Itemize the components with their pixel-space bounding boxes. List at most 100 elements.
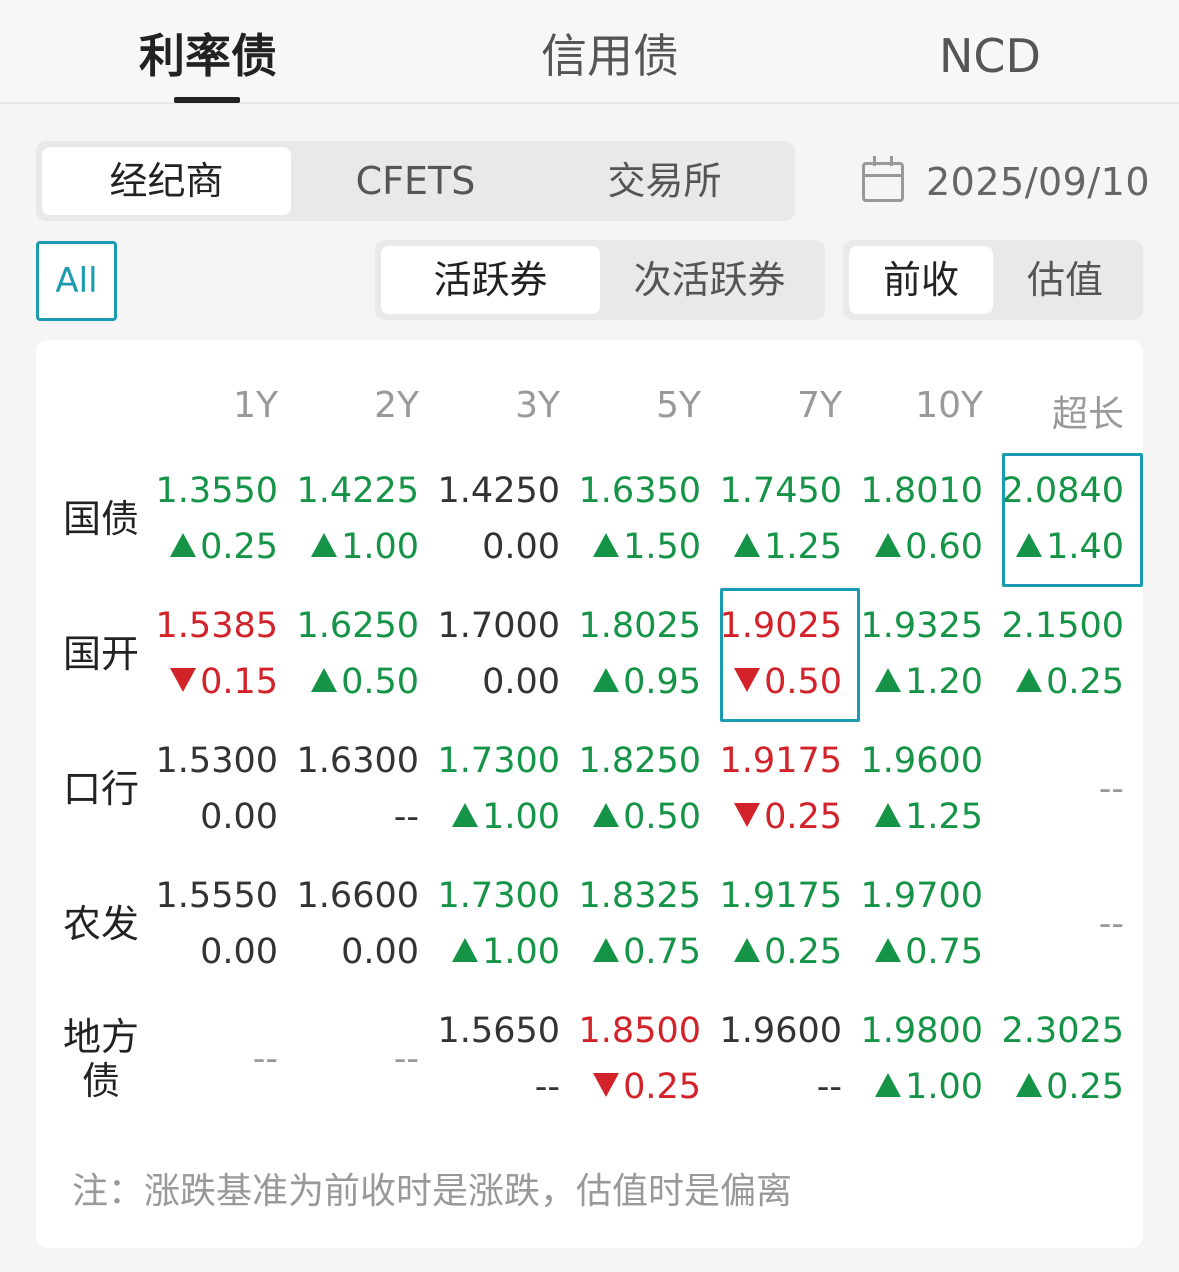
row-label: 国开 xyxy=(62,632,139,676)
yield-value[interactable]: 1.5300 xyxy=(138,739,278,783)
yield-value[interactable]: 1.9325 xyxy=(843,604,983,648)
yield-value[interactable]: 1.9175 xyxy=(702,874,842,918)
yield-value[interactable]: 1.9600 xyxy=(843,739,983,783)
active-tab-indicator xyxy=(174,97,240,103)
yield-value[interactable]: 1.7000 xyxy=(420,604,560,648)
yield-change-text: 0.00 xyxy=(341,932,419,972)
triangle-up-icon xyxy=(452,938,479,962)
column-header-1y: 1Y xyxy=(233,385,278,426)
triangle-up-icon xyxy=(593,533,620,557)
yield-value[interactable]: 1.6300 xyxy=(279,739,419,783)
yield-value[interactable]: 1.3550 xyxy=(138,469,278,513)
yield-change: 0.95 xyxy=(561,660,701,704)
triangle-up-icon xyxy=(593,668,620,692)
yield-change: 0.50 xyxy=(561,795,701,839)
yield-value[interactable]: 1.9175 xyxy=(702,739,842,783)
yield-value[interactable]: 1.8250 xyxy=(561,739,701,783)
tab-ncd[interactable]: NCD xyxy=(900,26,1080,86)
yield-change: 1.50 xyxy=(561,525,701,569)
yield-change: 1.00 xyxy=(843,1065,983,1109)
yield-value[interactable]: 2.3025 xyxy=(984,1009,1124,1053)
row-label: 农发 xyxy=(62,902,139,946)
yield-value[interactable]: 1.9700 xyxy=(843,874,983,918)
yield-value[interactable]: 1.7450 xyxy=(702,469,842,513)
market-selector: 经纪商 CFETS 交易所 xyxy=(36,141,795,221)
yield-value[interactable]: 1.4225 xyxy=(279,469,419,513)
yield-value[interactable]: 1.7300 xyxy=(420,874,560,918)
yield-value[interactable]: 1.8025 xyxy=(561,604,701,648)
yield-change-text: 1.00 xyxy=(482,932,560,972)
segment-valuation[interactable]: 估值 xyxy=(993,246,1137,314)
yield-value[interactable]: 1.9600 xyxy=(702,1009,842,1053)
yield-change: 1.25 xyxy=(843,795,983,839)
segment-active[interactable]: 活跃券 xyxy=(381,246,600,314)
yield-cell[interactable]: -- xyxy=(984,767,1124,811)
yield-change: 0.00 xyxy=(420,525,560,569)
segment-cfets[interactable]: CFETS xyxy=(291,147,540,215)
yield-value[interactable]: 1.5385 xyxy=(138,604,278,648)
yield-value[interactable]: 1.5550 xyxy=(138,874,278,918)
yield-value[interactable]: 1.9800 xyxy=(843,1009,983,1053)
yield-value[interactable]: 1.6350 xyxy=(561,469,701,513)
activity-selector: 活跃券 次活跃券 xyxy=(375,240,825,320)
yield-change: 0.75 xyxy=(843,930,983,974)
yield-value[interactable]: 1.6250 xyxy=(279,604,419,648)
yield-value[interactable]: 1.8010 xyxy=(843,469,983,513)
filter-all-button[interactable]: All xyxy=(36,241,117,321)
selected-cell-highlight xyxy=(720,588,860,722)
yield-change-text: -- xyxy=(393,797,419,837)
triangle-up-icon xyxy=(452,803,479,827)
date-picker[interactable]: 2025/09/10 xyxy=(862,152,1150,212)
base-selector: 前收 估值 xyxy=(843,240,1143,320)
yield-value[interactable]: 2.1500 xyxy=(984,604,1124,648)
yield-value[interactable]: 1.7300 xyxy=(420,739,560,783)
yield-change: 0.25 xyxy=(702,930,842,974)
triangle-up-icon xyxy=(734,938,761,962)
yield-change: 0.25 xyxy=(138,525,278,569)
yield-change-text: 0.25 xyxy=(200,527,278,567)
column-header-7y: 7Y xyxy=(797,385,842,426)
yield-change-text: 0.25 xyxy=(1046,662,1124,702)
segment-exchange[interactable]: 交易所 xyxy=(540,147,789,215)
yield-value[interactable]: 1.6600 xyxy=(279,874,419,918)
segment-sub-active[interactable]: 次活跃券 xyxy=(600,246,819,314)
yield-change-text: 0.25 xyxy=(623,1067,701,1107)
yield-value[interactable]: 1.8325 xyxy=(561,874,701,918)
segment-prev-close[interactable]: 前收 xyxy=(849,246,993,314)
yield-change: 0.60 xyxy=(843,525,983,569)
triangle-up-icon xyxy=(734,533,761,557)
triangle-up-icon xyxy=(875,668,902,692)
yield-change: 0.25 xyxy=(561,1065,701,1109)
yield-cell[interactable]: -- xyxy=(279,1037,419,1081)
yield-change-text: 0.50 xyxy=(623,797,701,837)
triangle-up-icon xyxy=(1016,668,1043,692)
tab-credit-bonds[interactable]: 信用债 xyxy=(520,26,700,86)
yield-change-text: 1.00 xyxy=(341,527,419,567)
row-label: 口行 xyxy=(62,767,139,811)
yield-cell[interactable]: -- xyxy=(984,902,1124,946)
triangle-up-icon xyxy=(170,533,197,557)
yield-change: 0.00 xyxy=(138,930,278,974)
yield-change-text: 0.00 xyxy=(200,932,278,972)
yield-change: -- xyxy=(420,1065,560,1109)
yield-value[interactable]: 1.5650 xyxy=(420,1009,560,1053)
yield-cell[interactable]: -- xyxy=(138,1037,278,1081)
column-header-10y: 10Y xyxy=(915,385,983,426)
yield-change-text: -- xyxy=(534,1067,560,1107)
yield-change-text: 0.00 xyxy=(200,797,278,837)
yield-change-text: 0.50 xyxy=(341,662,419,702)
footnote: 注：涨跌基准为前收时是涨跌，估值时是偏离 xyxy=(72,1171,793,1212)
yield-value[interactable]: 1.4250 xyxy=(420,469,560,513)
column-header-2y: 2Y xyxy=(374,385,419,426)
triangle-up-icon xyxy=(875,1073,902,1097)
yield-change: 1.00 xyxy=(279,525,419,569)
tab-rate-bonds[interactable]: 利率债 xyxy=(118,26,298,86)
yield-change-text: 0.25 xyxy=(764,932,842,972)
segment-broker[interactable]: 经纪商 xyxy=(42,147,291,215)
yield-value[interactable]: 1.8500 xyxy=(561,1009,701,1053)
yield-change: 1.00 xyxy=(420,930,560,974)
row-label: 国债 xyxy=(62,497,139,541)
column-header-ultra: 超长 xyxy=(1051,394,1124,435)
yield-change: 0.25 xyxy=(984,1065,1124,1109)
yield-change: 0.25 xyxy=(702,795,842,839)
